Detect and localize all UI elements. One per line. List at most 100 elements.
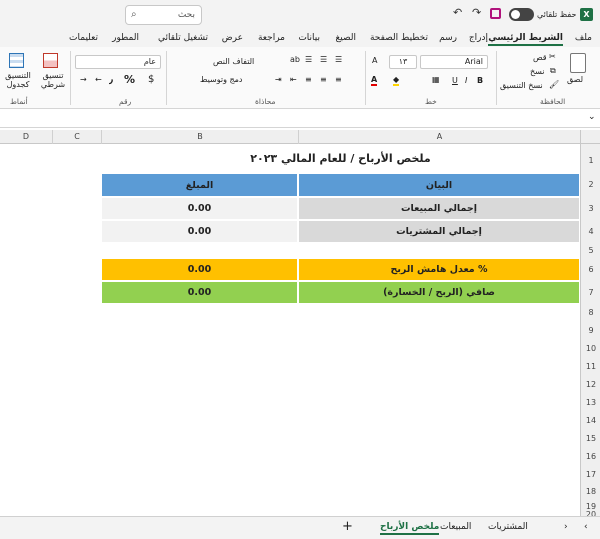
tab-help[interactable]: تعليمات — [69, 33, 98, 43]
sales-label-cell[interactable]: إجمالي المبيعات — [298, 197, 580, 220]
borders-icon[interactable]: ▦ — [432, 75, 440, 84]
tab-formulas[interactable]: الصيغ — [335, 33, 356, 43]
sheet-title[interactable]: ملخص الأرباح / للعام المالي ٢٠٢٣ — [101, 148, 580, 169]
search-input[interactable]: ⌕ بحث — [125, 5, 202, 25]
row-header[interactable]: 18 — [581, 484, 600, 500]
number-group-label: رقم — [119, 97, 132, 106]
underline-button[interactable]: U — [452, 76, 458, 85]
paste-icon[interactable] — [570, 53, 586, 73]
accounting-format-icon[interactable]: $ — [148, 74, 154, 85]
formula-bar[interactable]: ⌄ — [0, 110, 600, 128]
number-format-select[interactable]: عام — [75, 55, 161, 69]
tab-data[interactable]: بيانات — [298, 33, 320, 43]
tab-draw[interactable]: رسم — [439, 33, 457, 43]
font-size-select[interactable]: ١٣ — [389, 55, 417, 69]
tab-review[interactable]: مراجعة — [258, 33, 285, 43]
row-header[interactable]: 9 — [581, 322, 600, 340]
font-grow-icon[interactable]: A — [372, 56, 377, 65]
row-header[interactable]: 1 — [581, 148, 600, 173]
net-label-cell[interactable]: صافي (الربح / الخسارة) — [298, 281, 580, 304]
tab-file[interactable]: ملف — [575, 33, 592, 43]
tab-developer[interactable]: المطور — [112, 33, 139, 43]
column-header-b[interactable]: B — [101, 130, 298, 144]
row-header[interactable]: 11 — [581, 358, 600, 376]
net-value-cell[interactable]: 0.00 — [101, 281, 298, 304]
row-header[interactable]: 4 — [581, 220, 600, 243]
styles-group-label: أنماط — [10, 97, 28, 106]
sheet-tab-purchases[interactable]: المشتريات — [488, 522, 528, 532]
decrease-decimal-icon[interactable]: ← — [95, 75, 102, 84]
menu-bar: ملف الشريط الرئيسي إدراج رسم تخطيط الصفح… — [0, 30, 600, 47]
header-label-cell[interactable]: البيان — [298, 173, 580, 197]
cut-button[interactable]: قص — [533, 53, 547, 62]
font-color-icon[interactable]: A — [371, 75, 378, 86]
row-header[interactable]: 13 — [581, 394, 600, 412]
italic-button[interactable]: I — [465, 76, 467, 85]
row-header[interactable]: 5 — [581, 243, 600, 258]
autosave-label: حفظ تلقائي — [537, 10, 577, 19]
align-middle-icon[interactable]: ☰ — [320, 55, 327, 64]
tab-page-layout[interactable]: تخطيط الصفحة — [370, 33, 428, 43]
save-icon[interactable] — [490, 8, 501, 19]
select-all-corner[interactable] — [580, 130, 600, 144]
percent-style-icon[interactable]: % — [124, 73, 135, 86]
column-header-d[interactable]: D — [0, 130, 52, 144]
format-table-button[interactable]: التنسيق كجدول — [2, 71, 34, 89]
font-name-select[interactable]: Arial — [420, 55, 488, 69]
row-header[interactable]: 15 — [581, 430, 600, 448]
align-center-icon[interactable]: ≡ — [320, 75, 327, 84]
font-group-label: خط — [425, 97, 437, 106]
column-header-a[interactable]: A — [298, 130, 580, 144]
purchases-value-cell[interactable]: 0.00 — [101, 220, 298, 243]
scroll-right-icon[interactable]: › — [564, 522, 568, 532]
tab-home[interactable]: الشريط الرئيسي — [488, 33, 563, 46]
row-header[interactable]: 16 — [581, 448, 600, 466]
align-right-icon[interactable]: ≡ — [335, 75, 342, 84]
wrap-text-button[interactable]: التفاف النص — [213, 57, 254, 66]
margin-value-cell[interactable]: 0.00 — [101, 258, 298, 281]
bold-button[interactable]: B — [477, 76, 483, 85]
redo-icon[interactable]: ↷ — [472, 6, 481, 19]
comma-style-icon[interactable]: ٫ — [109, 73, 113, 86]
copy-icon: ⧉ — [550, 66, 556, 75]
row-header[interactable]: 10 — [581, 340, 600, 358]
conditional-format-button[interactable]: تنسيق شرطي — [38, 71, 68, 89]
row-header[interactable]: 6 — [581, 258, 600, 281]
orientation-icon[interactable]: ab — [290, 55, 300, 64]
row-header[interactable]: 12 — [581, 376, 600, 394]
row-header[interactable]: 14 — [581, 412, 600, 430]
chevron-down-icon[interactable]: ⌄ — [588, 112, 596, 122]
copy-button[interactable]: نسخ — [530, 67, 545, 76]
paste-button[interactable]: لصق — [567, 75, 583, 84]
increase-decimal-icon[interactable]: → — [80, 75, 87, 84]
undo-icon[interactable]: ↶ — [453, 6, 462, 19]
merge-center-button[interactable]: دمج وتوسيط — [200, 75, 243, 84]
outdent-icon[interactable]: ⇥ — [275, 75, 282, 84]
indent-icon[interactable]: ⇤ — [290, 75, 297, 84]
row-header[interactable]: 17 — [581, 466, 600, 484]
header-value-cell[interactable]: المبلغ — [101, 173, 298, 197]
purchases-label-cell[interactable]: إجمالي المشتريات — [298, 220, 580, 243]
row-header[interactable]: 8 — [581, 304, 600, 322]
sales-value-cell[interactable]: 0.00 — [101, 197, 298, 220]
title-bar: X حفظ تلقائي ↷ ↶ ⌕ بحث — [0, 0, 600, 30]
fill-color-icon[interactable]: ◆ — [393, 75, 400, 86]
sheet-tab-sales[interactable]: المبيعات — [440, 522, 471, 532]
align-top-icon[interactable]: ☰ — [335, 55, 342, 64]
margin-label-cell[interactable]: معدل هامش الربح % — [298, 258, 580, 281]
scroll-left-icon[interactable]: ‹ — [584, 522, 588, 532]
format-painter-button[interactable]: نسخ التنسيق — [500, 81, 543, 90]
add-sheet-button[interactable]: + — [342, 519, 353, 534]
align-left-icon[interactable]: ≡ — [305, 75, 312, 84]
row-header[interactable]: 3 — [581, 197, 600, 220]
tab-automate[interactable]: تشغيل تلقائي — [158, 33, 208, 43]
row-header[interactable]: 2 — [581, 173, 600, 197]
column-header-c[interactable]: C — [52, 130, 101, 144]
sheet-tab-profit-summary[interactable]: ملخص الأرباح — [380, 522, 440, 535]
ribbon: لصق قص ✂ نسخ ⧉ نسخ التنسيق 🖌 الحافظة Ari… — [0, 47, 600, 109]
align-bottom-icon[interactable]: ☰ — [305, 55, 312, 64]
tab-view[interactable]: عرض — [222, 33, 243, 43]
tab-insert[interactable]: إدراج — [469, 33, 488, 43]
autosave-toggle[interactable] — [509, 8, 534, 21]
row-header[interactable]: 7 — [581, 281, 600, 304]
